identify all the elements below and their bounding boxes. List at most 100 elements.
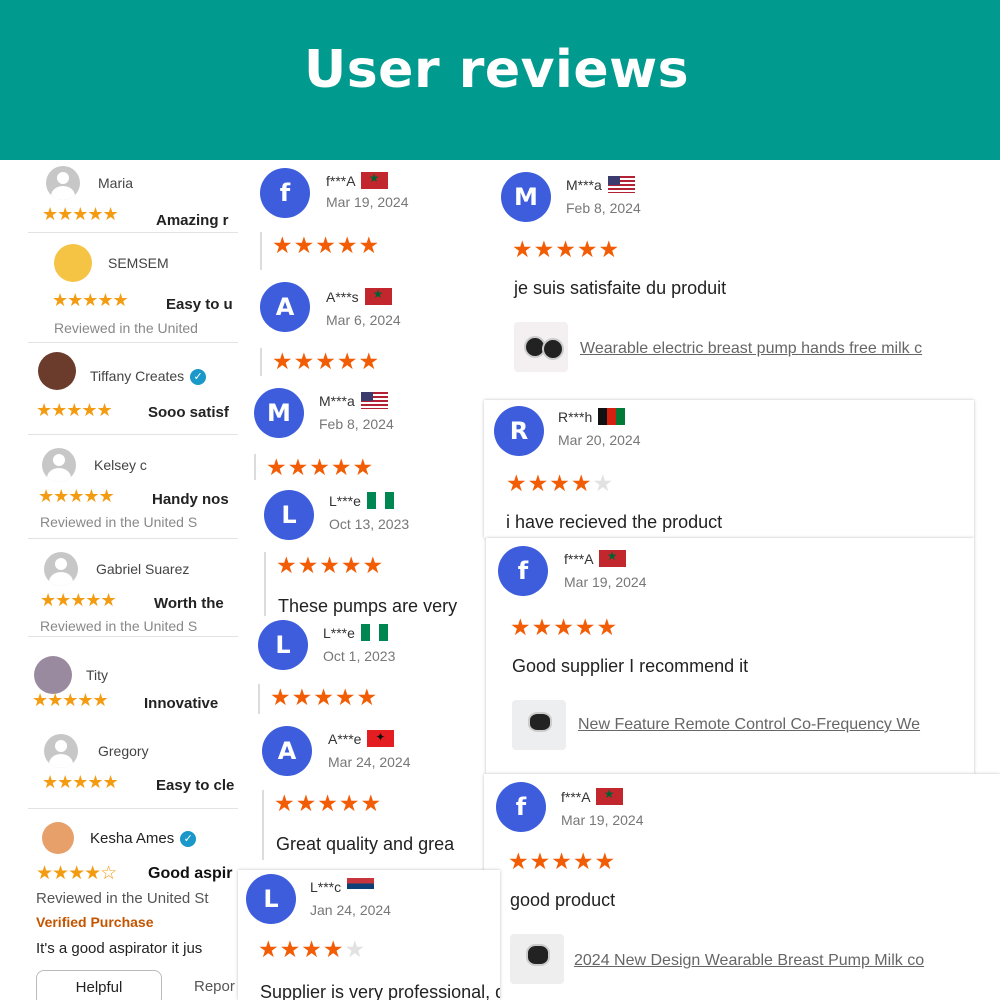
reviewer-name: Kesha Ames ✓ xyxy=(90,830,197,848)
star-filled-icon: ★ xyxy=(358,232,381,258)
report-link[interactable]: Repor xyxy=(194,978,235,995)
review-card: A A***e Mar 24, 2024 ★★★★★ Great quality… xyxy=(238,720,488,870)
review-text: Great quality and grea xyxy=(276,834,455,854)
amazon-review: SEMSEM ★★★★★ Easy to u Reviewed in the U… xyxy=(28,240,243,343)
star-filled-icon: ★ xyxy=(287,454,310,480)
rating-stars: ★★★★★ xyxy=(42,204,119,224)
star-filled-icon: ★ xyxy=(322,936,345,962)
review-text: These pumps are very xyxy=(278,596,458,616)
divider xyxy=(260,348,262,376)
reviewer-name: R***h xyxy=(558,408,626,425)
star-filled-icon: ★ xyxy=(551,848,573,874)
reviewer-name: Tity xyxy=(86,667,109,683)
avatar-icon xyxy=(42,448,76,482)
avatar-photo-icon xyxy=(38,352,76,390)
nigeria-flag-icon xyxy=(360,624,388,641)
review-text: good product xyxy=(510,890,616,910)
star-filled-icon: ★ xyxy=(527,470,550,496)
star-filled-icon: ★ xyxy=(293,232,316,258)
product-link[interactable]: 2024 New Design Wearable Breast Pump Mil… xyxy=(574,952,924,970)
avatar-initial: f xyxy=(496,782,546,832)
star-filled-icon: ★ xyxy=(576,236,599,262)
review-date: Mar 24, 2024 xyxy=(328,754,411,770)
amazon-review: Tiffany Creates ✓ ★★★★★ Sooo satisf xyxy=(28,348,243,435)
review-card: R R***h Mar 20, 2024 ★★★★★ i have reciev… xyxy=(484,400,974,538)
avatar-photo-icon xyxy=(54,244,92,282)
review-card: f f***A Mar 19, 2024 ★★★★★ good product … xyxy=(484,774,1000,1000)
reviewer-name: Gregory xyxy=(98,743,149,759)
review-card: M M***a Feb 8, 2024 ★★★★★ je suis satisf… xyxy=(488,160,1000,378)
amazon-reviews-column: Maria ★★★★★ Amazing r SEMSEM ★★★★★ Easy … xyxy=(0,160,245,1000)
star-filled-icon: ★ xyxy=(258,936,280,962)
avatar-initial: L xyxy=(258,620,308,670)
avatar-photo-icon xyxy=(34,656,72,694)
review-title: Worth the xyxy=(154,595,224,612)
avatar-initial: M xyxy=(254,388,304,438)
avatar-initial: M xyxy=(501,172,551,222)
reviewer-name: M***a xyxy=(319,392,388,409)
star-filled-icon: ★ xyxy=(293,348,316,374)
rating-stars: ★★★★★ xyxy=(270,684,378,711)
page-title: User reviews xyxy=(304,40,690,100)
reviewer-name: f***A xyxy=(326,171,388,189)
morocco-flag-icon xyxy=(598,549,626,567)
star-filled-icon: ★ xyxy=(309,454,331,480)
review-title: Easy to cle xyxy=(156,777,235,794)
review-date: Jan 24, 2024 xyxy=(310,902,391,918)
helpful-button[interactable]: Helpful xyxy=(36,970,162,1000)
star-filled-icon: ★ xyxy=(266,454,288,480)
star-filled-icon: ★ xyxy=(508,848,530,874)
star-filled-icon: ★ xyxy=(336,348,359,374)
reviewer-name: f***A xyxy=(564,549,626,567)
divider xyxy=(262,790,264,860)
rating-stars: ★★★★★ xyxy=(38,486,115,506)
review-date: Mar 19, 2024 xyxy=(326,194,409,210)
reviewer-name: L***c xyxy=(310,878,375,895)
avatar-initial: L xyxy=(246,874,296,924)
star-filled-icon: ★ xyxy=(338,790,361,816)
product-link[interactable]: New Feature Remote Control Co-Frequency … xyxy=(578,716,920,734)
star-filled-icon: ★ xyxy=(336,232,359,258)
product-thumbnail[interactable] xyxy=(512,700,566,750)
product-thumbnail[interactable] xyxy=(514,322,568,372)
star-filled-icon: ★ xyxy=(358,348,381,374)
reviewer-name: M***a xyxy=(566,176,635,193)
morocco-flag-icon xyxy=(595,787,623,805)
rating-stars: ★★★★★ xyxy=(266,454,374,480)
star-filled-icon: ★ xyxy=(279,936,302,962)
review-title: Sooo satisf xyxy=(148,404,229,421)
rating-stars: ★★★★★ xyxy=(510,614,618,641)
review-text: Good supplier I recommend it xyxy=(512,656,749,676)
usa-flag-icon xyxy=(360,392,388,409)
rating-stars: ★★★★★ xyxy=(36,400,113,420)
amazon-review: Gabriel Suarez ★★★★★ Worth the Reviewed … xyxy=(28,546,243,637)
amazon-review: Tity ★★★★★ Innovative xyxy=(28,652,243,722)
reviewer-name: SEMSEM xyxy=(108,255,169,271)
avatar-icon xyxy=(46,166,80,200)
divider xyxy=(258,684,260,714)
product-link[interactable]: Wearable electric breast pump hands free… xyxy=(580,340,922,358)
review-title: Easy to u xyxy=(166,296,233,313)
rating-stars: ★★★★★ xyxy=(506,470,614,497)
star-filled-icon: ★ xyxy=(313,684,335,710)
star-filled-icon: ★ xyxy=(276,552,298,578)
product-thumbnail[interactable] xyxy=(510,934,564,984)
star-filled-icon: ★ xyxy=(319,552,341,578)
review-card: L L***e Oct 13, 2023 ★★★★★ These pumps a… xyxy=(238,480,488,616)
morocco-flag-icon xyxy=(364,287,392,305)
verified-check-icon: ✓ xyxy=(180,831,197,848)
star-filled-icon: ★ xyxy=(274,790,296,816)
avatar-initial: A xyxy=(262,726,312,776)
review-date: Mar 19, 2024 xyxy=(564,574,647,590)
review-title: Amazing r xyxy=(156,212,229,229)
rating-stars: ★★★★★ xyxy=(258,936,366,963)
reviewer-name: L***e xyxy=(329,492,394,509)
reviewer-name: A***s xyxy=(326,287,392,305)
afghanistan-flag-icon xyxy=(598,408,626,425)
star-filled-icon: ★ xyxy=(356,684,379,710)
review-card: M M***a Feb 8, 2024 ★★★★★ xyxy=(238,376,488,480)
review-card: L L***e Oct 1, 2023 ★★★★★ xyxy=(238,616,488,720)
rating-stars: ★★★★★ xyxy=(52,290,129,310)
avatar-initial: A xyxy=(260,282,310,332)
review-meta: Reviewed in the United St xyxy=(36,890,209,907)
